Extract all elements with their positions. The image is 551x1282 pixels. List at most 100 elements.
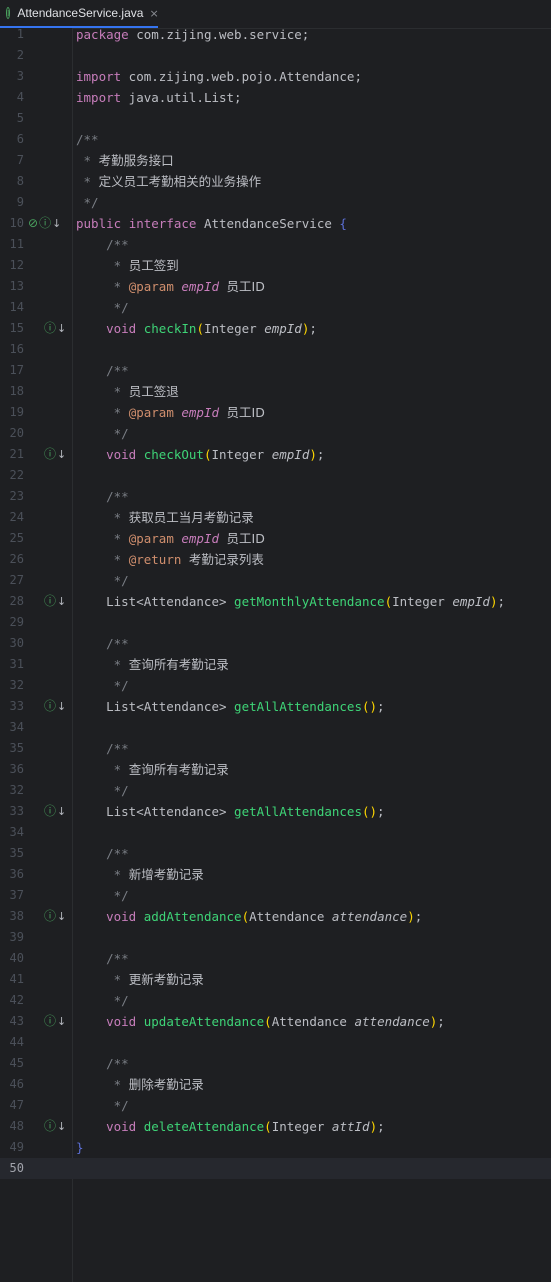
code-line[interactable]: 27 */ (0, 570, 551, 591)
code-line[interactable]: 22 (0, 465, 551, 486)
code-line[interactable]: 15 ⓘ ↓ void checkIn(Integer empId); (0, 318, 551, 339)
code-line[interactable]: 44 (0, 1032, 551, 1053)
close-icon[interactable]: × (149, 7, 158, 20)
code-line[interactable]: 38 ⓘ ↓ void addAttendance(Attendance atten… (0, 906, 551, 927)
code-line[interactable]: 29 (0, 612, 551, 633)
gutter-markers[interactable]: ⓘ ↓ (44, 1011, 67, 1032)
code-text: /** (76, 363, 129, 378)
interface-icon: I (6, 7, 11, 19)
code-line[interactable]: 35 /** (0, 738, 551, 759)
code-line[interactable]: 43 ⓘ ↓ void updateAttendance(Attendance at… (0, 1011, 551, 1032)
go-to-implementation-icon[interactable]: ↓ (57, 1116, 66, 1137)
line-number: 23 (9, 489, 24, 503)
go-to-implementation-icon[interactable]: ↓ (57, 906, 66, 927)
code-line[interactable]: 2 (0, 45, 551, 66)
code-line[interactable]: 39 (0, 927, 551, 948)
code-line[interactable]: 40 /** (0, 948, 551, 969)
code-line[interactable]: 21 ⓘ ↓ void checkOut(Integer empId); (0, 444, 551, 465)
code-line[interactable]: 10 ⊘ ⓘ ↓ public interface AttendanceService … (0, 213, 551, 234)
code-line[interactable]: 25 * @param empId 员工ID (0, 528, 551, 549)
implemented-icon[interactable]: ⓘ (44, 696, 56, 717)
line-number: 30 (9, 636, 24, 650)
code-line[interactable]: 18 * 员工签退 (0, 381, 551, 402)
implemented-icon[interactable]: ⓘ (44, 1011, 56, 1032)
code-text: * @return 考勤记录列表 (76, 552, 264, 567)
code-text: */ (76, 888, 129, 903)
code-line[interactable]: 42 */ (0, 990, 551, 1011)
go-to-implementation-icon[interactable]: ↓ (57, 318, 66, 339)
code-line[interactable]: 13 * @param empId 员工ID (0, 276, 551, 297)
implemented-icon[interactable]: ⓘ (44, 906, 56, 927)
gutter-markers[interactable]: ⓘ ↓ (44, 696, 67, 717)
code-line[interactable]: 36 * 新增考勤记录 (0, 864, 551, 885)
implemented-icon[interactable]: ⓘ (44, 318, 56, 339)
code-line[interactable]: 30 /** (0, 633, 551, 654)
code-line[interactable]: 24 * 获取员工当月考勤记录 (0, 507, 551, 528)
code-line[interactable]: 26 * @return 考勤记录列表 (0, 549, 551, 570)
code-line[interactable]: 34 (0, 717, 551, 738)
gutter-markers[interactable]: ⓘ ↓ (44, 801, 67, 822)
line-number: 25 (9, 531, 24, 545)
go-to-implementation-icon[interactable]: ↓ (57, 801, 66, 822)
line-number: 1 (16, 27, 24, 41)
code-line[interactable]: 33 ⓘ ↓ List<Attendance> getAllAttendances(… (0, 801, 551, 822)
code-line[interactable]: 49} (0, 1137, 551, 1158)
code-line[interactable]: 23 /** (0, 486, 551, 507)
code-line[interactable]: 32 */ (0, 780, 551, 801)
code-line[interactable]: 1 package com.zijing.web.service; (0, 24, 551, 45)
code-line[interactable]: 48 ⓘ ↓ void deleteAttendance(Integer attId… (0, 1116, 551, 1137)
no-implementations-icon[interactable]: ⊘ (28, 213, 38, 234)
go-to-implementation-icon[interactable]: ↓ (52, 213, 61, 234)
implemented-icon[interactable]: ⓘ (44, 444, 56, 465)
go-to-implementation-icon[interactable]: ↓ (57, 696, 66, 717)
code-line[interactable]: 5 (0, 108, 551, 129)
line-number: 6 (16, 132, 24, 146)
code-text: * 考勤服务接口 (76, 153, 174, 168)
code-line[interactable]: 6 /** (0, 129, 551, 150)
code-line[interactable]: 28 ⓘ ↓ List<Attendance> getMonthlyAttendan… (0, 591, 551, 612)
code-line[interactable]: 9 */ (0, 192, 551, 213)
code-line[interactable]: 33 ⓘ ↓ List<Attendance> getAllAttendances(… (0, 696, 551, 717)
code-line[interactable]: 31 * 查询所有考勤记录 (0, 654, 551, 675)
line-number: 46 (9, 1077, 24, 1091)
gutter-markers[interactable]: ⓘ ↓ (44, 444, 67, 465)
code-line[interactable]: 41 * 更新考勤记录 (0, 969, 551, 990)
gutter-markers[interactable]: ⓘ ↓ (44, 318, 67, 339)
code-line[interactable]: 32 */ (0, 675, 551, 696)
go-to-implementation-icon[interactable]: ↓ (57, 591, 66, 612)
gutter-markers[interactable]: ⓘ ↓ (44, 906, 67, 927)
code-editor[interactable]: 1 package com.zijing.web.service; 2 3 import… (0, 27, 551, 1282)
code-text: package com.zijing.web.service; (76, 27, 310, 42)
code-line[interactable]: 50 (0, 1158, 551, 1179)
code-line[interactable]: 4 import java.util.List; (0, 87, 551, 108)
code-line[interactable]: 34 (0, 822, 551, 843)
code-line[interactable]: 20 */ (0, 423, 551, 444)
code-line[interactable]: 17 /** (0, 360, 551, 381)
implemented-icon[interactable]: ⓘ (44, 591, 56, 612)
gutter-markers[interactable]: ⓘ ↓ (44, 591, 67, 612)
code-line[interactable]: 35 /** (0, 843, 551, 864)
code-line[interactable]: 46 * 删除考勤记录 (0, 1074, 551, 1095)
code-line[interactable]: 47 */ (0, 1095, 551, 1116)
line-number: 8 (16, 174, 24, 188)
go-to-implementation-icon[interactable]: ↓ (57, 444, 66, 465)
code-line[interactable]: 8 * 定义员工考勤相关的业务操作 (0, 171, 551, 192)
code-line[interactable]: 11 /** (0, 234, 551, 255)
implemented-icon[interactable]: ⓘ (39, 213, 51, 234)
implemented-icon[interactable]: ⓘ (44, 801, 56, 822)
implemented-icon[interactable]: ⓘ (44, 1116, 56, 1137)
code-line[interactable]: 7 * 考勤服务接口 (0, 150, 551, 171)
code-line[interactable]: 3 import com.zijing.web.pojo.Attendance; (0, 66, 551, 87)
code-line[interactable]: 12 * 员工签到 (0, 255, 551, 276)
code-line[interactable]: 45 /** (0, 1053, 551, 1074)
code-line[interactable]: 19 * @param empId 员工ID (0, 402, 551, 423)
code-line[interactable]: 37 */ (0, 885, 551, 906)
line-number: 3 (16, 69, 24, 83)
gutter-markers[interactable]: ⓘ ↓ (44, 1116, 67, 1137)
code-line[interactable]: 36 * 查询所有考勤记录 (0, 759, 551, 780)
gutter-markers[interactable]: ⊘ ⓘ ↓ (28, 213, 62, 234)
code-text: */ (76, 300, 129, 315)
code-line[interactable]: 14 */ (0, 297, 551, 318)
code-line[interactable]: 16 (0, 339, 551, 360)
go-to-implementation-icon[interactable]: ↓ (57, 1011, 66, 1032)
